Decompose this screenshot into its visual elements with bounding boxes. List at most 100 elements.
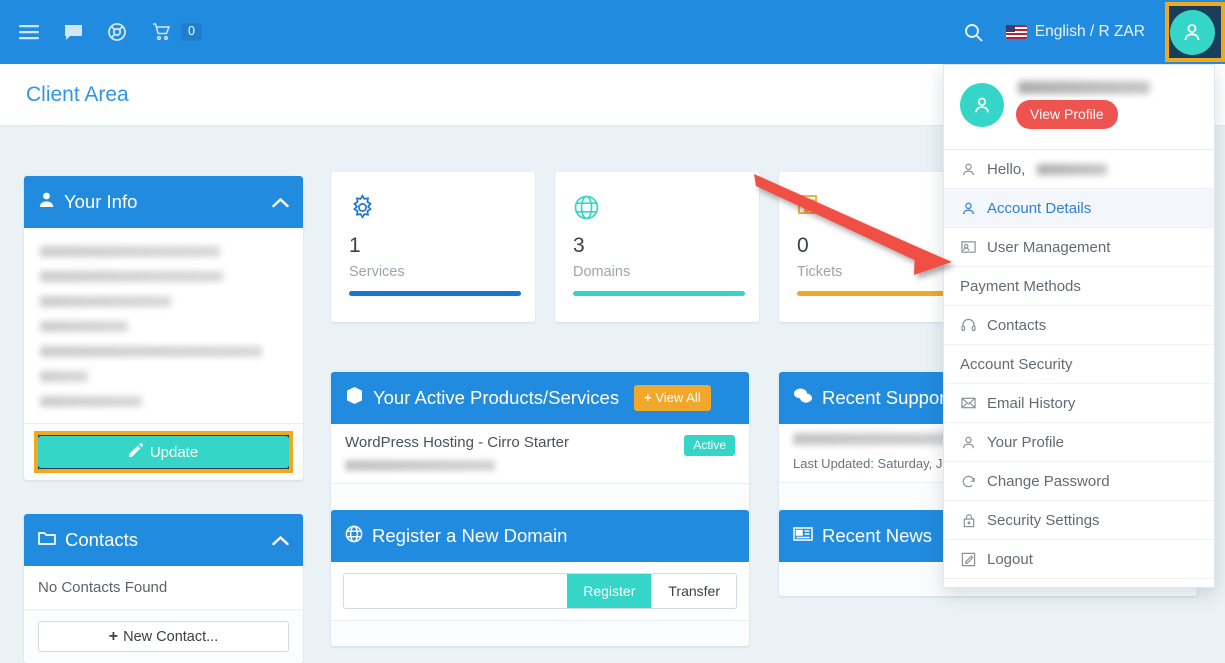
dropdown-item-user-management[interactable]: User Management bbox=[944, 228, 1214, 267]
dropdown-item-label: Contacts bbox=[987, 316, 1047, 334]
redacted-info-line bbox=[40, 321, 128, 332]
contacts-empty-text: No Contacts Found bbox=[38, 579, 168, 596]
language-currency-selector[interactable]: English / R ZAR bbox=[996, 0, 1159, 64]
user-icon bbox=[960, 162, 977, 177]
dropdown-item-logout[interactable]: Logout bbox=[944, 540, 1214, 579]
logout-edit-icon bbox=[960, 552, 977, 567]
dropdown-item-label: Your Profile bbox=[987, 433, 1064, 451]
account-dropdown-menu: View Profile Hello, Account Details User… bbox=[943, 64, 1215, 588]
recent-support-title: Recent Support bbox=[822, 387, 951, 408]
stat-label: Tickets bbox=[797, 264, 843, 281]
dropdown-item-label: Email History bbox=[987, 394, 1076, 412]
dropdown-item-your-profile[interactable]: Your Profile bbox=[944, 423, 1214, 462]
register-domain-footer bbox=[331, 620, 749, 646]
update-button-label: Update bbox=[149, 443, 199, 461]
register-button[interactable]: Register bbox=[567, 574, 652, 608]
dropdown-item-account-security[interactable]: Account Security bbox=[944, 345, 1214, 384]
chevron-up-icon[interactable] bbox=[272, 529, 289, 551]
lifebuoy-icon[interactable] bbox=[104, 19, 130, 45]
user-card-icon bbox=[960, 240, 977, 254]
view-all-label: View All bbox=[655, 390, 701, 405]
register-domain-body: Register Transfer bbox=[331, 562, 749, 620]
redacted-first-name bbox=[1037, 163, 1108, 175]
domain-search-input[interactable] bbox=[344, 574, 568, 608]
domain-search-group: Register Transfer bbox=[343, 573, 737, 609]
dropdown-hello-label: Hello, bbox=[987, 160, 1026, 178]
dropdown-bottom-pad bbox=[944, 579, 1214, 587]
transfer-button[interactable]: Transfer bbox=[651, 574, 736, 608]
chevron-up-icon[interactable] bbox=[272, 191, 289, 213]
dropdown-item-label: Account Details bbox=[987, 199, 1092, 217]
dropdown-item-hello: Hello, bbox=[944, 150, 1214, 189]
message-icon[interactable] bbox=[60, 19, 86, 45]
pencil-icon bbox=[128, 442, 143, 461]
register-domain-card: Register a New Domain Register Transfer bbox=[331, 510, 749, 646]
refresh-icon bbox=[960, 474, 977, 489]
active-products-title: Your Active Products/Services bbox=[373, 387, 620, 408]
product-row[interactable]: WordPress Hosting - Cirro Starter Active bbox=[331, 424, 749, 483]
redacted-info-line bbox=[40, 271, 223, 282]
dropdown-item-label: Payment Methods bbox=[960, 277, 1081, 295]
dropdown-profile-header: View Profile bbox=[944, 65, 1214, 149]
stat-cards-row: 1 Services 3 Domains 0 Tickets bbox=[331, 172, 983, 322]
your-info-header: Your Info bbox=[24, 176, 303, 228]
contacts-header: Contacts bbox=[24, 514, 303, 566]
dropdown-item-label: Account Security bbox=[960, 355, 1073, 373]
us-flag-icon bbox=[1005, 25, 1027, 39]
stat-progress-bar bbox=[573, 291, 745, 296]
redacted-info-line bbox=[40, 371, 88, 382]
your-info-footer: Update bbox=[24, 423, 303, 480]
box-icon bbox=[345, 386, 364, 410]
contacts-card: Contacts No Contacts Found + New Contact… bbox=[24, 514, 303, 663]
view-all-button[interactable]: + View All bbox=[634, 385, 711, 411]
search-icon[interactable] bbox=[952, 0, 996, 64]
dropdown-item-label: Change Password bbox=[987, 472, 1110, 490]
dropdown-profile-col: View Profile bbox=[1016, 81, 1150, 129]
stat-progress-bar bbox=[349, 291, 521, 296]
redacted-info-line bbox=[40, 246, 220, 257]
dropdown-item-contacts[interactable]: Contacts bbox=[944, 306, 1214, 345]
lock-icon bbox=[960, 513, 977, 528]
cart-icon[interactable] bbox=[148, 19, 174, 45]
recent-news-title: Recent News bbox=[822, 525, 933, 546]
navbar-left-group: 0 bbox=[0, 19, 202, 45]
new-contact-label: New Contact... bbox=[123, 628, 219, 645]
register-domain-title: Register a New Domain bbox=[372, 525, 568, 546]
user-avatar-icon bbox=[960, 83, 1004, 127]
hamburger-icon[interactable] bbox=[16, 19, 42, 45]
stat-label: Domains bbox=[573, 264, 631, 281]
stat-card-services[interactable]: 1 Services bbox=[331, 172, 535, 322]
product-name: WordPress Hosting - Cirro Starter bbox=[345, 434, 569, 451]
plus-icon: + bbox=[644, 390, 652, 405]
active-products-footer bbox=[331, 483, 749, 511]
active-products-card: Your Active Products/Services + View All… bbox=[331, 372, 749, 511]
dropdown-item-label: User Management bbox=[987, 238, 1111, 256]
active-products-header: Your Active Products/Services + View All bbox=[331, 372, 749, 424]
top-navbar: 0 English / R ZAR bbox=[0, 0, 1225, 64]
user-avatar-button[interactable] bbox=[1159, 0, 1225, 64]
dropdown-item-email-history[interactable]: Email History bbox=[944, 384, 1214, 423]
user-avatar-icon bbox=[1169, 9, 1215, 55]
dropdown-item-change-password[interactable]: Change Password bbox=[944, 462, 1214, 501]
redacted-info-line bbox=[40, 396, 142, 407]
dropdown-item-account-details[interactable]: Account Details bbox=[944, 189, 1214, 228]
ticket-edit-icon bbox=[797, 194, 965, 224]
user-icon bbox=[38, 191, 55, 213]
language-label: English / R ZAR bbox=[1034, 23, 1145, 40]
update-button[interactable]: Update bbox=[38, 436, 289, 468]
stat-card-domains[interactable]: 3 Domains bbox=[555, 172, 759, 322]
cart-group[interactable]: 0 bbox=[148, 19, 202, 45]
headset-icon bbox=[960, 318, 977, 332]
dropdown-item-label: Logout bbox=[987, 550, 1033, 568]
user-icon bbox=[960, 201, 977, 216]
redacted-account-name bbox=[1018, 81, 1150, 94]
user-icon bbox=[960, 435, 977, 450]
new-contact-button[interactable]: + New Contact... bbox=[38, 621, 289, 652]
view-profile-button[interactable]: View Profile bbox=[1016, 100, 1118, 129]
contacts-footer: + New Contact... bbox=[24, 609, 303, 663]
status-badge: Active bbox=[684, 435, 735, 456]
stat-value: 0 bbox=[797, 234, 809, 257]
dropdown-item-payment-methods[interactable]: Payment Methods bbox=[944, 267, 1214, 306]
dropdown-item-security-settings[interactable]: Security Settings bbox=[944, 501, 1214, 540]
your-info-title: Your Info bbox=[64, 191, 138, 212]
